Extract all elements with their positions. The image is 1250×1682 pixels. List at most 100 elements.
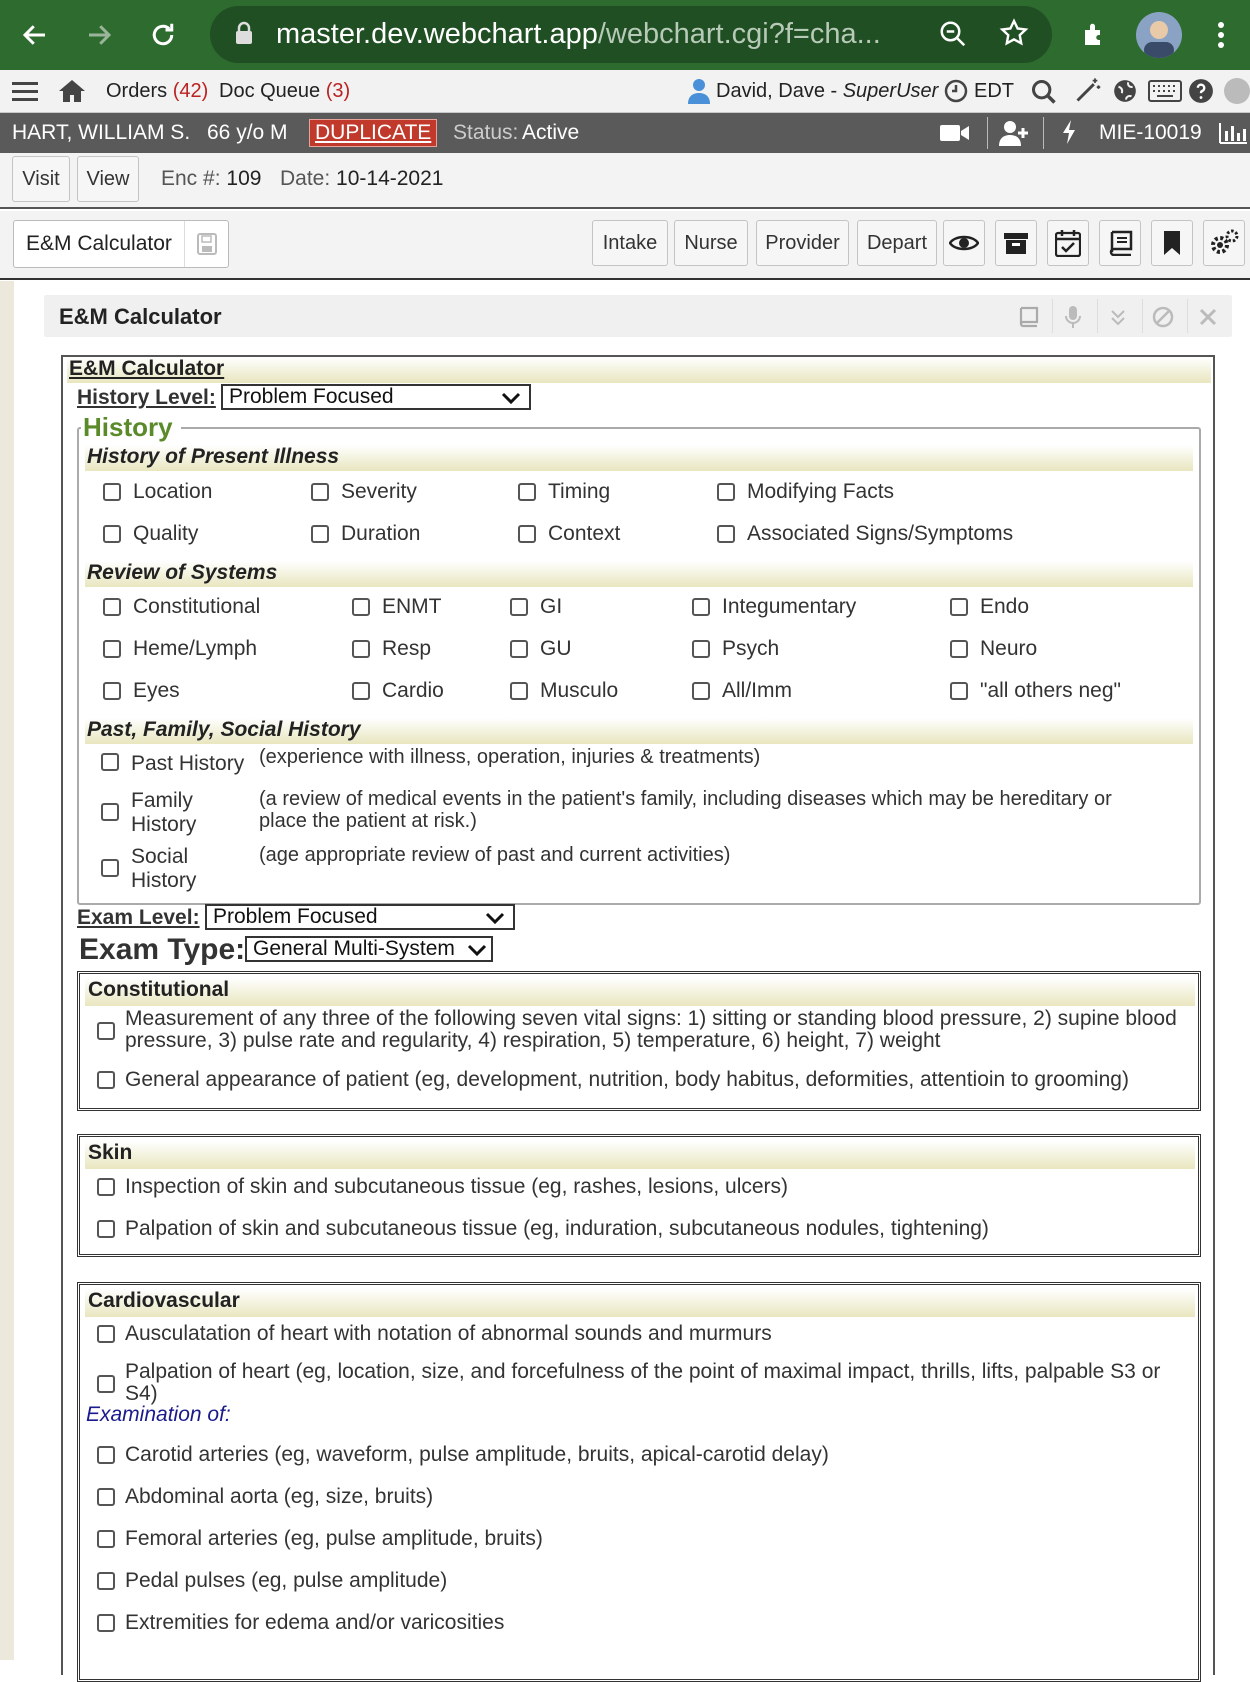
chart-toolbar: E&M Calculator Intake Nurse Provider Dep… [0, 211, 1250, 280]
past-history-label: Past History [131, 752, 245, 775]
ros-checkbox[interactable] [103, 682, 121, 700]
close-icon[interactable] [1194, 303, 1222, 331]
nurse-button[interactable]: Nurse [674, 220, 748, 266]
exam-level-select[interactable]: Problem Focused [205, 904, 515, 930]
depart-button[interactable]: Depart [857, 220, 937, 266]
hpi-label: Timing [548, 480, 611, 503]
hpi-checkbox[interactable] [311, 525, 329, 543]
extensions-icon[interactable] [1074, 14, 1116, 56]
forward-icon[interactable] [78, 14, 120, 56]
back-icon[interactable] [14, 14, 56, 56]
archive-icon[interactable] [995, 220, 1037, 266]
view-button[interactable]: View [77, 156, 139, 202]
ros-checkbox[interactable] [103, 598, 121, 616]
visit-button[interactable]: Visit [12, 156, 70, 202]
bookmark-star-icon[interactable] [998, 17, 1030, 54]
ros-header: Review of Systems [85, 561, 1193, 587]
orders-link[interactable]: Orders (42) [106, 80, 208, 103]
duplicate-badge[interactable]: DUPLICATE [309, 119, 438, 147]
help-icon[interactable] [1188, 78, 1214, 109]
ros-label: Neuro [980, 637, 1038, 660]
ros-checkbox[interactable] [510, 640, 528, 658]
auscultation-checkbox[interactable] [97, 1325, 115, 1343]
ros-checkbox[interactable] [950, 682, 968, 700]
exam-type-select[interactable]: General Multi-System [245, 936, 493, 962]
ros-checkbox[interactable] [510, 682, 528, 700]
notes-icon[interactable] [1014, 303, 1042, 331]
video-icon[interactable] [940, 122, 970, 149]
lightning-icon[interactable] [1060, 119, 1078, 150]
ros-checkbox[interactable] [352, 598, 370, 616]
tab-em-calculator[interactable]: E&M Calculator [13, 220, 229, 268]
user-menu[interactable]: David, Dave - SuperUser [716, 80, 938, 103]
search-icon[interactable] [1030, 78, 1058, 111]
general-appearance-checkbox[interactable] [97, 1071, 115, 1089]
cancel-icon[interactable] [1149, 303, 1177, 331]
settings-gears-icon[interactable] [1203, 220, 1245, 266]
hpi-checkbox[interactable] [103, 483, 121, 501]
ros-checkbox[interactable] [352, 682, 370, 700]
preview-eye-icon[interactable] [943, 220, 985, 266]
ros-checkbox[interactable] [510, 598, 528, 616]
hpi-checkbox[interactable] [311, 483, 329, 501]
keyboard-icon[interactable] [1148, 80, 1182, 107]
ros-checkbox[interactable] [692, 640, 710, 658]
chevron-down-icon [467, 940, 487, 962]
hpi-label: Associated Signs/Symptoms [747, 522, 1014, 545]
hpi-label: Quality [133, 522, 199, 545]
skin-inspection-checkbox[interactable] [97, 1178, 115, 1196]
collapse-chevron-icon[interactable] [1104, 303, 1132, 331]
magic-wand-icon[interactable] [1074, 75, 1102, 110]
patient-name[interactable]: HART, WILLIAM S. [12, 121, 190, 145]
mrn-label[interactable]: MIE-10019 [1099, 121, 1202, 145]
carotid-checkbox[interactable] [97, 1446, 115, 1464]
timezone-label[interactable]: EDT [974, 80, 1014, 103]
doc-queue-link[interactable]: Doc Queue (3) [219, 80, 350, 103]
past-history-checkbox[interactable] [101, 753, 119, 771]
pedal-pulses-checkbox[interactable] [97, 1572, 115, 1590]
ros-checkbox[interactable] [950, 598, 968, 616]
hpi-checkbox[interactable] [518, 483, 536, 501]
add-person-icon[interactable] [999, 120, 1029, 151]
hpi-checkbox[interactable] [103, 525, 121, 543]
ros-checkbox[interactable] [950, 640, 968, 658]
zoom-icon[interactable] [938, 19, 968, 54]
ros-checkbox[interactable] [692, 682, 710, 700]
kebab-menu-icon[interactable] [1200, 14, 1242, 56]
globe-icon[interactable] [1112, 78, 1138, 109]
vital-signs-label: Measurement of any three of the followin… [125, 1007, 1177, 1052]
social-history-checkbox[interactable] [101, 859, 119, 877]
intake-button[interactable]: Intake [592, 220, 668, 266]
left-gutter [0, 281, 14, 1660]
extremities-checkbox[interactable] [97, 1614, 115, 1632]
hpi-checkbox[interactable] [518, 525, 536, 543]
family-history-checkbox[interactable] [101, 803, 119, 821]
profile-avatar[interactable] [1136, 12, 1182, 58]
skin-palpation-checkbox[interactable] [97, 1220, 115, 1238]
app-nav-bar: Orders (42) Doc Queue (3) David, Dave - … [0, 70, 1250, 113]
hpi-checkbox[interactable] [717, 483, 735, 501]
provider-button[interactable]: Provider [756, 220, 849, 266]
hamburger-icon[interactable] [12, 79, 38, 108]
skin-section: Skin Inspection of skin and subcutaneous… [77, 1134, 1201, 1257]
ros-checkbox[interactable] [692, 598, 710, 616]
calendar-check-icon[interactable] [1047, 220, 1089, 266]
chart-icon[interactable] [1218, 121, 1248, 150]
status-label: Status: [453, 121, 519, 144]
bookmark-icon[interactable] [1151, 220, 1193, 266]
home-icon[interactable] [58, 78, 86, 109]
ros-checkbox[interactable] [103, 640, 121, 658]
book-icon[interactable] [1099, 220, 1141, 266]
save-icon[interactable] [197, 233, 217, 260]
heart-palpation-checkbox[interactable] [97, 1375, 115, 1393]
address-bar[interactable]: master.dev.webchart.app/webchart.cgi?f=c… [210, 6, 1052, 63]
femoral-checkbox[interactable] [97, 1530, 115, 1548]
ros-checkbox[interactable] [352, 640, 370, 658]
reload-icon[interactable] [142, 14, 184, 56]
pedal-pulses-label: Pedal pulses (eg, pulse amplitude) [125, 1569, 448, 1592]
vital-signs-checkbox[interactable] [97, 1022, 115, 1040]
abdominal-aorta-checkbox[interactable] [97, 1488, 115, 1506]
hpi-checkbox[interactable] [717, 525, 735, 543]
microphone-icon[interactable] [1059, 303, 1087, 331]
history-level-select[interactable]: Problem Focused [221, 384, 531, 410]
